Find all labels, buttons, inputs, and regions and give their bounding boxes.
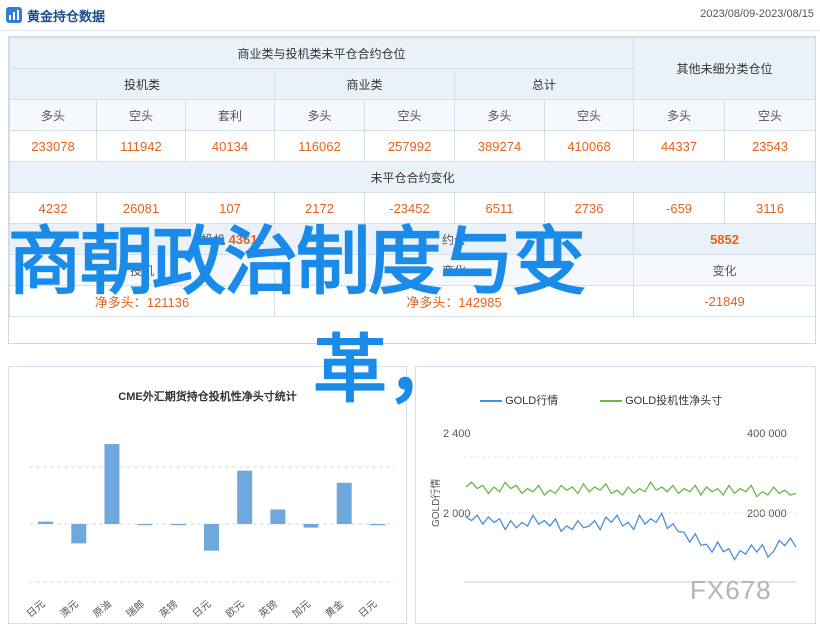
group-header-speculative: 投机类 xyxy=(9,68,275,100)
value-cell: 44337 xyxy=(633,130,726,162)
value-cell: 389274 xyxy=(454,130,545,162)
bar xyxy=(303,524,319,528)
value-cell: 257992 xyxy=(364,130,455,162)
table-other-header: 其他未细分类仓位 xyxy=(633,37,815,100)
change-cell: 6511 xyxy=(454,192,545,224)
category-label: 瑞郎 xyxy=(123,597,147,620)
table-top-header: 商业类与投机类未平仓合约仓位 xyxy=(9,37,635,69)
category-label: 日元 xyxy=(357,599,379,620)
price-series-line xyxy=(465,511,797,561)
change-cell: 2736 xyxy=(543,192,635,224)
col-header: 空头 xyxy=(543,99,635,131)
change-cell: -23452 xyxy=(364,192,455,224)
col-header: 多头 xyxy=(9,99,97,131)
value-cell: 23543 xyxy=(724,130,815,162)
change-cell: 26081 xyxy=(96,192,186,224)
value-cell: 410068 xyxy=(543,130,635,162)
value-cell: 111942 xyxy=(96,130,186,162)
category-label: 黄金 xyxy=(322,597,346,620)
category-label: 欧元 xyxy=(224,598,247,620)
y-right-tick: 400 000 xyxy=(747,428,787,440)
change-header: 未平仓合约变化 xyxy=(9,161,815,193)
chart-logo-icon xyxy=(6,7,22,23)
fx678-watermark: FX678 xyxy=(690,575,772,605)
y-left-label: GOLD行情 xyxy=(429,479,442,527)
change-cell: 107 xyxy=(185,192,275,224)
col-header: 套利 xyxy=(185,99,275,131)
group-header-commercial: 商业类 xyxy=(274,68,455,100)
category-label: 日元 xyxy=(191,599,213,620)
category-label: 英镑 xyxy=(157,597,181,620)
overlay-headline-2: 革， xyxy=(313,328,461,411)
bar xyxy=(170,524,186,526)
value-cell: 233078 xyxy=(9,130,97,162)
value-cell: 116062 xyxy=(274,130,365,162)
col-header: 空头 xyxy=(724,99,815,131)
change-cell: -659 xyxy=(633,192,726,224)
category-label: 日元 xyxy=(25,599,47,620)
bar xyxy=(369,524,385,526)
bar xyxy=(270,509,286,524)
bar xyxy=(204,524,219,551)
change-cell: 3116 xyxy=(724,192,815,224)
category-label: 加元 xyxy=(290,598,313,620)
y-right-tick: 200 000 xyxy=(747,508,787,520)
bar xyxy=(137,524,153,526)
value-cell: 40134 xyxy=(185,130,275,162)
col-header: 空头 xyxy=(364,99,455,131)
bar xyxy=(104,443,120,524)
category-label: 澳元 xyxy=(57,597,81,620)
overlay-headline: 商朝政治制度与变 xyxy=(8,220,586,303)
y-left-tick: 2 400 xyxy=(443,428,471,440)
col-header: 多头 xyxy=(454,99,545,131)
change-cell: 4232 xyxy=(9,192,97,224)
group-header-total: 总计 xyxy=(453,68,635,100)
date-range: 2023/08/09-2023/08/15 xyxy=(700,8,814,20)
y-left-tick: 2 000 xyxy=(443,508,471,520)
header-bar: 黄金持仓数据 2023/08/09-2023/08/15 xyxy=(0,0,820,31)
category-label: 原油 xyxy=(90,597,114,620)
change-cell: 2172 xyxy=(274,192,365,224)
bar xyxy=(336,482,352,524)
net-series-line xyxy=(465,480,797,498)
page-title: 黄金持仓数据 xyxy=(27,9,106,24)
col-header: 多头 xyxy=(633,99,726,131)
col-header: 多头 xyxy=(274,99,365,131)
bar xyxy=(38,521,54,524)
bar xyxy=(237,470,253,524)
col-header: 空头 xyxy=(96,99,186,131)
bar xyxy=(71,524,87,544)
category-label: 英镑 xyxy=(256,597,280,620)
